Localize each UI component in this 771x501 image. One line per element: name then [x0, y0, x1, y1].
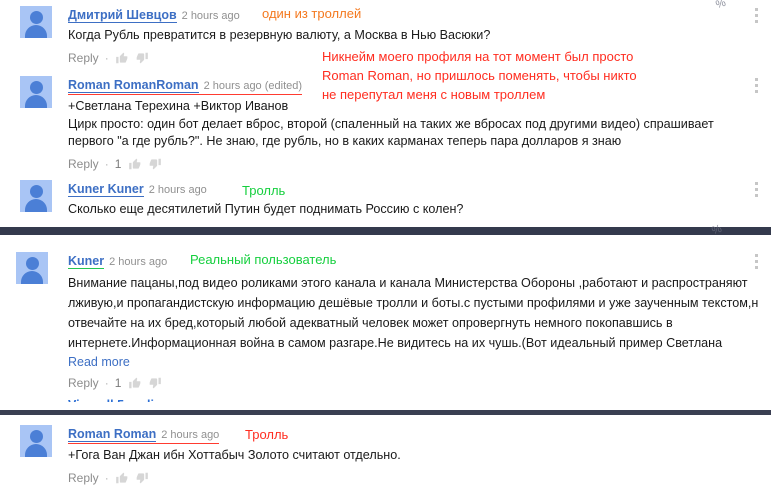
annotation-real-user: Реальный пользователь: [190, 252, 337, 267]
read-more-button[interactable]: Read more: [68, 355, 766, 369]
seam-gap: [0, 235, 771, 239]
comment-header: Roman RomanRoman 2 hours ago (edited): [68, 78, 303, 95]
youtube-comments-screenshot: Дмитрий Шевцов 2 hours ago Когда Рубль пр…: [0, 0, 771, 501]
annotation-nickname-l3: не перепутал меня с новым троллем: [322, 87, 546, 102]
comment-header: Roman Roman 2 hours ago: [68, 427, 220, 444]
annotation-troll-3: Тролль: [245, 427, 289, 442]
comment-timestamp: 2 hours ago: [148, 184, 207, 196]
annotation-nickname-l1: Никнейм моего профиля на тот момент был …: [322, 49, 634, 64]
thumbs-down-icon[interactable]: [148, 376, 162, 390]
thumbs-down-icon[interactable]: [148, 157, 162, 171]
comment-header: Kuner 2 hours ago: [68, 254, 167, 269]
reply-button[interactable]: Reply: [68, 471, 99, 485]
overflow-menu-icon[interactable]: [755, 8, 759, 26]
comment-actions: Reply ·: [68, 470, 760, 486]
thumbs-up-icon[interactable]: [115, 51, 129, 65]
avatar: [20, 425, 52, 457]
separator-dot: ·: [104, 376, 109, 390]
seam-gap: [0, 402, 771, 410]
comment-author[interactable]: Kuner: [68, 254, 105, 269]
annotation-troll-2: Тролль: [242, 183, 286, 198]
overflow-menu-icon[interactable]: [755, 182, 759, 200]
comment-timestamp: 2 hours ago (edited): [203, 80, 303, 92]
like-count: 1: [114, 157, 122, 171]
comment-timestamp: 2 hours ago: [181, 10, 240, 22]
comment-text-line: Внимание пацаны,под видео роликами этого…: [68, 276, 748, 290]
comment-text: +Гога Ван Джан ибн Хоттабыч Золото счита…: [68, 448, 401, 462]
thumbs-down-icon[interactable]: [135, 471, 149, 485]
comment-timestamp: 2 hours ago: [109, 256, 168, 268]
comment-header: Дмитрий Шевцов 2 hours ago: [68, 8, 240, 23]
comment-text-line: Цирк просто: один бот делает вброс, втор…: [68, 117, 714, 131]
overflow-menu-icon[interactable]: [755, 78, 759, 96]
thumbs-up-icon[interactable]: [128, 376, 142, 390]
thumbs-up-icon[interactable]: [115, 471, 129, 485]
thumbs-up-icon[interactable]: [128, 157, 142, 171]
comment-text-line: лживую,и пропагандистскую информацию деш…: [68, 296, 759, 310]
separator-dot: ·: [104, 157, 109, 171]
overflow-menu-icon[interactable]: [755, 254, 759, 272]
comment-author[interactable]: Roman RomanRoman: [68, 78, 199, 93]
reply-button[interactable]: Reply: [68, 157, 99, 171]
reply-button[interactable]: Reply: [68, 51, 99, 65]
reply-button[interactable]: Reply: [68, 376, 99, 390]
screenshot-seam: [0, 410, 771, 415]
comment-header: Kuner Kuner 2 hours ago: [68, 182, 207, 197]
comment-actions: Reply · 1: [68, 156, 760, 172]
annotation-troll-1: один из троллей: [262, 6, 362, 21]
like-count: 1: [114, 376, 122, 390]
thumbs-down-icon[interactable]: [135, 51, 149, 65]
comment-actions: Reply · 1: [68, 375, 766, 391]
comment-text: Сколько еще десятилетий Путин будет подн…: [68, 202, 464, 216]
comment-author[interactable]: Дмитрий Шевцов: [68, 8, 177, 23]
comment-text-line: первого "а где рубль?". Не знаю, где руб…: [68, 134, 622, 148]
comment-author[interactable]: Roman Roman: [68, 427, 157, 442]
annotation-nickname-l2: Roman Roman, но пришлось поменять, чтобы…: [322, 68, 637, 83]
avatar: [20, 6, 52, 38]
comment-text-line: интернете.Информационная война в самом р…: [68, 336, 723, 350]
comment-timestamp: 2 hours ago: [161, 429, 220, 441]
avatar: [16, 252, 48, 284]
comment-author[interactable]: Kuner Kuner: [68, 182, 144, 197]
separator-dot: ·: [104, 471, 109, 485]
comment-text: Когда Рубль превратится в резервную валю…: [68, 28, 491, 42]
comment-text-line: отвечайте на их бред,который любой адекв…: [68, 316, 673, 330]
separator-dot: ·: [104, 51, 109, 65]
screenshot-seam: [0, 227, 771, 235]
avatar: [20, 76, 52, 108]
avatar: [20, 180, 52, 212]
